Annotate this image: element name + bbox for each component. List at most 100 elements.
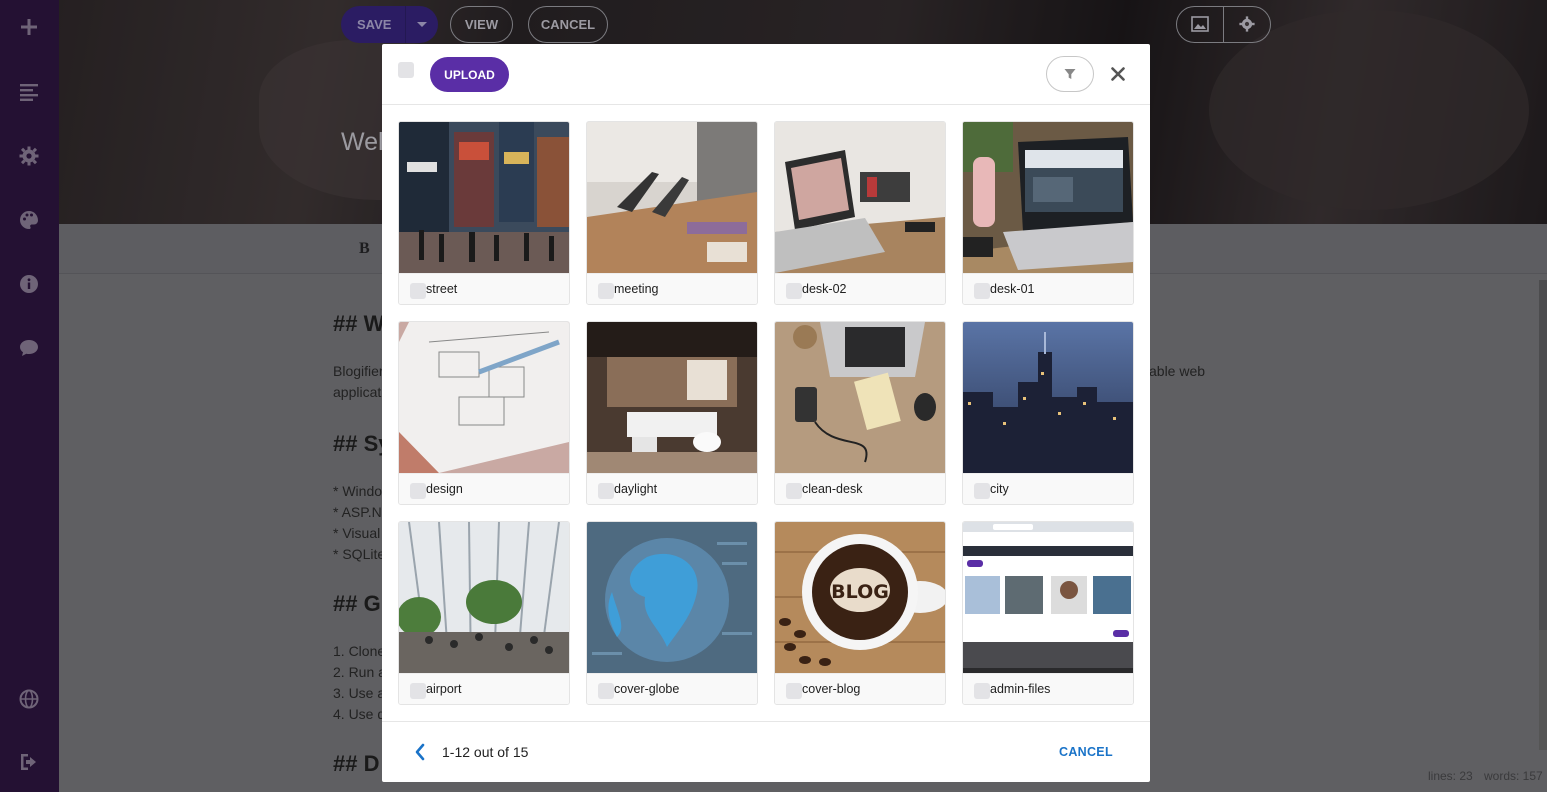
file-name: daylight	[614, 482, 658, 496]
chevron-down-icon[interactable]	[417, 22, 427, 27]
file-checkbox[interactable]	[786, 683, 802, 699]
pagination-label: 1-12 out of 15	[442, 744, 529, 760]
file-card[interactable]: design	[398, 321, 570, 505]
file-card[interactable]: street	[398, 121, 570, 305]
gear-icon[interactable]	[1239, 16, 1255, 37]
file-name: cover-blog	[802, 682, 861, 696]
file-card[interactable]: desk-01	[962, 121, 1134, 305]
file-thumbnail[interactable]	[399, 322, 569, 473]
editor-line: 1. Clone	[333, 643, 386, 659]
file-checkbox[interactable]	[410, 683, 426, 699]
editor-tools	[1176, 6, 1271, 43]
view-button[interactable]: VIEW	[450, 6, 513, 43]
add-post-button[interactable]	[14, 12, 44, 42]
word-count: words: 157	[1484, 769, 1543, 783]
gear-icon	[19, 146, 39, 166]
palette-icon	[20, 211, 38, 229]
close-button[interactable]	[1108, 62, 1128, 86]
file-checkbox[interactable]	[974, 683, 990, 699]
file-checkbox[interactable]	[786, 283, 802, 299]
file-name: city	[990, 482, 1009, 496]
file-thumbnail[interactable]	[587, 522, 757, 673]
file-name: meeting	[614, 282, 659, 296]
file-name: cover-globe	[614, 682, 680, 696]
file-name: design	[426, 482, 463, 496]
editor-line: ## G	[333, 591, 381, 616]
file-card[interactable]: clean-desk	[774, 321, 946, 505]
select-all-checkbox[interactable]	[398, 62, 414, 78]
file-name: desk-01	[990, 282, 1035, 296]
save-button[interactable]: SAVE	[341, 6, 438, 43]
info-icon	[20, 275, 38, 293]
file-thumbnail[interactable]	[587, 322, 757, 473]
file-name: desk-02	[802, 282, 847, 296]
file-thumbnail[interactable]	[587, 122, 757, 273]
editor-line: able web	[1149, 363, 1206, 379]
file-card[interactable]: cover-globe	[586, 521, 758, 705]
file-card[interactable]: BLOG cover-blog	[774, 521, 946, 705]
file-checkbox[interactable]	[410, 483, 426, 499]
file-card[interactable]: meeting	[586, 121, 758, 305]
file-checkbox[interactable]	[598, 283, 614, 299]
file-manager-modal: UPLOAD street meeting desk-02 desk-01 de…	[382, 44, 1150, 782]
file-card[interactable]: admin-files	[962, 521, 1134, 705]
sign-out-icon	[21, 754, 36, 770]
previous-page-button[interactable]	[412, 741, 428, 763]
file-thumbnail[interactable]	[399, 122, 569, 273]
about-button[interactable]	[14, 269, 44, 299]
file-checkbox[interactable]	[974, 483, 990, 499]
sidebar	[0, 0, 59, 792]
file-card[interactable]: desk-02	[774, 121, 946, 305]
bold-button[interactable]: B	[359, 240, 370, 258]
file-checkbox[interactable]	[786, 483, 802, 499]
file-card[interactable]: city	[962, 321, 1134, 505]
file-checkbox[interactable]	[974, 283, 990, 299]
file-name: admin-files	[990, 682, 1051, 696]
file-thumbnail[interactable]: BLOG	[775, 522, 945, 673]
comments-button[interactable]	[14, 333, 44, 363]
editor-line: * SQLite	[333, 546, 386, 562]
file-checkbox[interactable]	[598, 483, 614, 499]
globe-icon	[19, 689, 39, 709]
upload-button[interactable]: UPLOAD	[430, 57, 509, 92]
editor-line: Blogifier	[333, 363, 384, 379]
themes-button[interactable]	[14, 205, 44, 235]
plus-icon	[21, 19, 37, 35]
file-card[interactable]: daylight	[586, 321, 758, 505]
file-thumbnail[interactable]	[399, 522, 569, 673]
view-site-button[interactable]	[14, 684, 44, 714]
file-name: clean-desk	[802, 482, 863, 496]
logout-button[interactable]	[14, 747, 44, 777]
file-checkbox[interactable]	[410, 283, 426, 299]
chevron-left-icon	[415, 743, 425, 761]
filter-button[interactable]	[1046, 56, 1094, 92]
editor-line: ## D	[333, 751, 380, 776]
cancel-button[interactable]: CANCEL	[1059, 745, 1113, 759]
editor-line: applicati	[333, 384, 385, 400]
file-thumbnail[interactable]	[963, 322, 1133, 473]
modal-header: UPLOAD	[382, 44, 1150, 105]
filter-icon	[1064, 69, 1076, 79]
modal-footer: 1-12 out of 15 CANCEL	[382, 721, 1150, 782]
settings-button[interactable]	[14, 141, 44, 171]
editor-line: * Visual	[333, 525, 381, 541]
chat-icon	[20, 340, 38, 356]
line-count: lines: 23	[1428, 769, 1473, 783]
list-icon	[20, 84, 38, 101]
file-thumbnail[interactable]	[963, 122, 1133, 273]
post-title[interactable]: Wel	[341, 128, 384, 157]
posts-button[interactable]	[14, 77, 44, 107]
editor-line: 3. Use a	[333, 685, 386, 701]
file-checkbox[interactable]	[598, 683, 614, 699]
file-thumbnail[interactable]	[963, 522, 1133, 673]
file-name: street	[426, 282, 458, 296]
image-icon[interactable]	[1191, 16, 1209, 37]
file-name: airport	[426, 682, 462, 696]
blog-thumbnail-text: BLOG	[831, 581, 889, 603]
cancel-editor-button[interactable]: CANCEL	[528, 6, 608, 43]
editor-scrollbar[interactable]	[1539, 280, 1547, 750]
file-thumbnail[interactable]	[775, 122, 945, 273]
file-thumbnail[interactable]	[775, 322, 945, 473]
editor-line: 2. Run a	[333, 664, 386, 680]
file-card[interactable]: airport	[398, 521, 570, 705]
